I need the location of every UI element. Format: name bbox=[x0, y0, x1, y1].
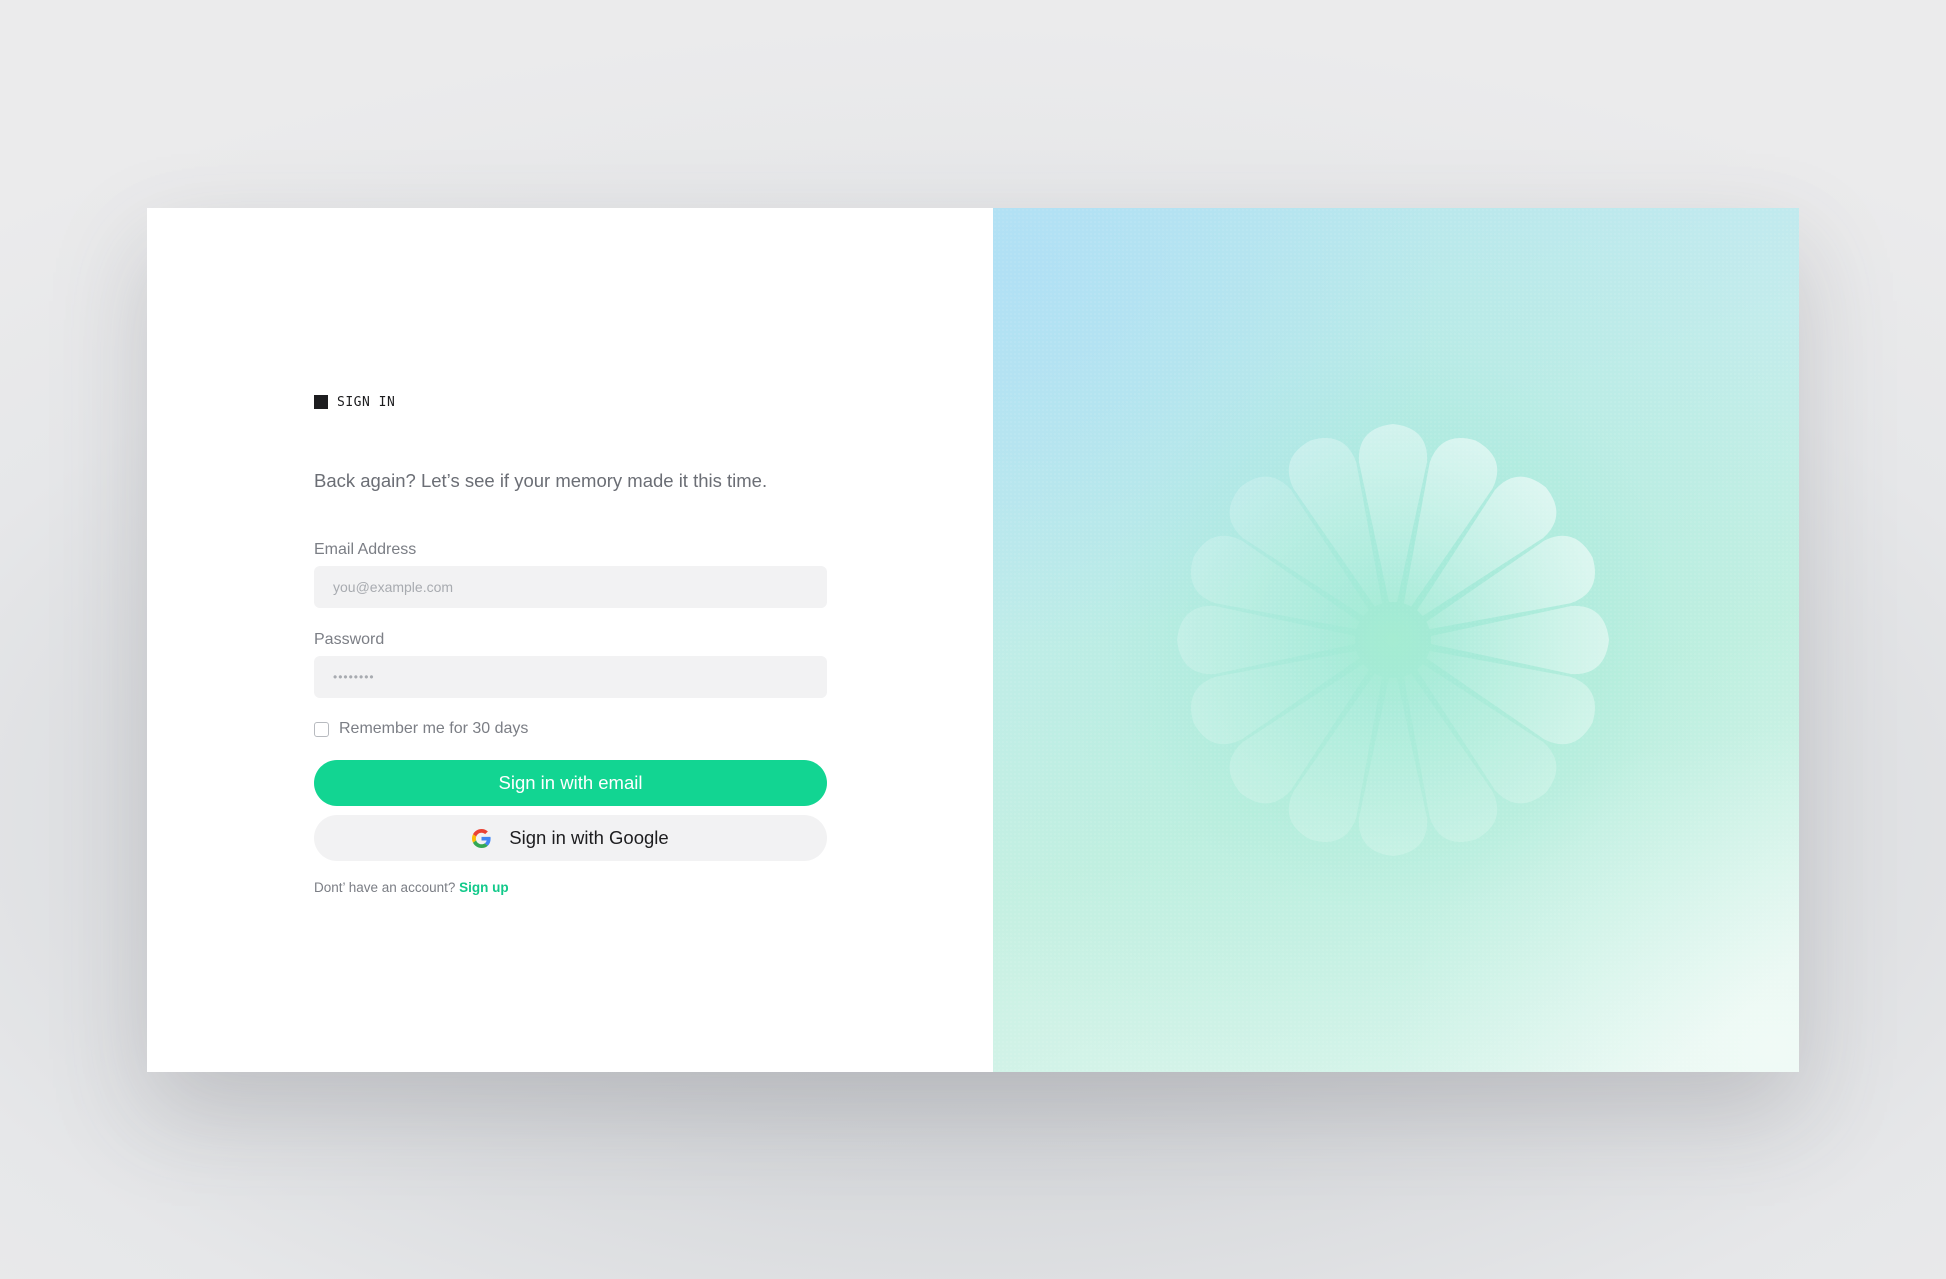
illustration-panel bbox=[993, 208, 1799, 1072]
eyebrow-label: SIGN IN bbox=[337, 394, 396, 410]
flower-burst-icon bbox=[1177, 424, 1609, 856]
google-icon bbox=[472, 828, 491, 848]
sign-in-google-label: Sign in with Google bbox=[509, 827, 669, 848]
signup-prompt-text: Dont’ have an account? bbox=[314, 880, 456, 895]
remember-me-label[interactable]: Remember me for 30 days bbox=[339, 720, 528, 738]
email-label: Email Address bbox=[314, 541, 417, 558]
signup-prompt: Dont’ have an account? Sign up bbox=[314, 880, 827, 895]
square-icon bbox=[314, 395, 328, 409]
remember-me-checkbox[interactable] bbox=[314, 721, 329, 737]
remember-me-row[interactable]: Remember me for 30 days bbox=[314, 719, 827, 739]
eyebrow: SIGN IN bbox=[314, 391, 827, 413]
password-field[interactable] bbox=[314, 656, 827, 698]
page-subtitle: Back again? Let’s see if your memory mad… bbox=[314, 470, 768, 491]
sign-in-email-label: Sign in with email bbox=[498, 772, 643, 793]
sign-in-google-button[interactable]: Sign in with Google bbox=[314, 815, 827, 861]
signin-form: SIGN IN Back again? Let’s see if your me… bbox=[314, 391, 827, 895]
signin-form-panel: SIGN IN Back again? Let’s see if your me… bbox=[147, 208, 993, 1072]
sign-in-email-button[interactable]: Sign in with email bbox=[314, 760, 827, 806]
signin-card: SIGN IN Back again? Let’s see if your me… bbox=[147, 208, 1799, 1072]
password-label: Password bbox=[314, 631, 385, 648]
email-field[interactable] bbox=[314, 566, 827, 608]
signup-link[interactable]: Sign up bbox=[459, 880, 509, 895]
